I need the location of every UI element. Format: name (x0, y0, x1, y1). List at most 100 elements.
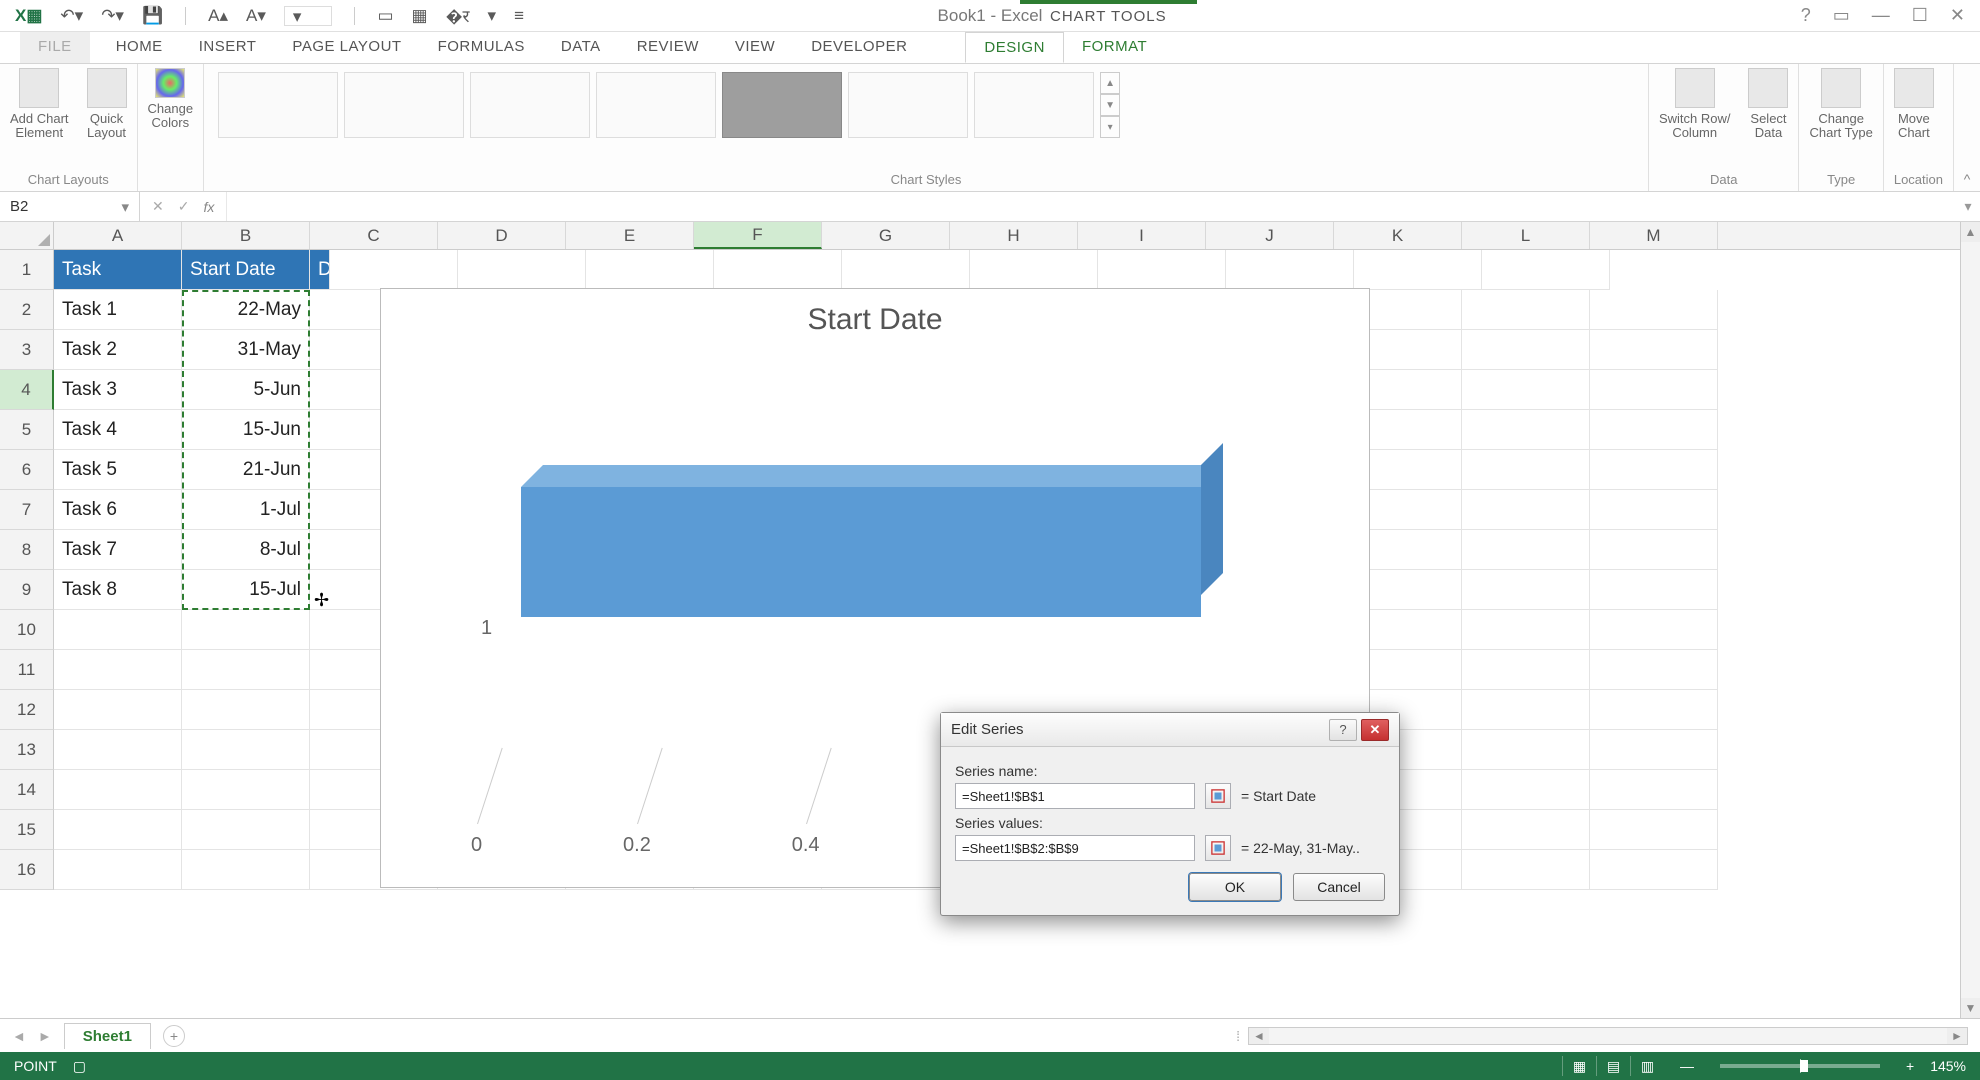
chart-bar[interactable] (521, 487, 1201, 617)
cell[interactable] (1462, 370, 1590, 410)
cell[interactable]: 15-Jun (182, 410, 310, 450)
cell[interactable]: Task 5 (54, 450, 182, 490)
cancel-button[interactable]: Cancel (1293, 873, 1385, 901)
formula-input[interactable] (227, 192, 1956, 221)
cell[interactable] (1462, 610, 1590, 650)
cell[interactable]: Task 7 (54, 530, 182, 570)
series-values-input[interactable] (955, 835, 1195, 861)
move-chart-button[interactable]: Move Chart (1894, 68, 1934, 141)
cell[interactable] (330, 250, 458, 290)
cancel-formula-icon[interactable]: ✕ (152, 198, 164, 215)
worksheet-grid[interactable]: ABCDEFGHIJKLM 1TaskStart DateD2Task 122-… (0, 222, 1980, 1018)
cell[interactable] (54, 610, 182, 650)
scroll-right-icon[interactable]: ► (1947, 1028, 1967, 1044)
cell[interactable] (1462, 410, 1590, 450)
row-header[interactable]: 5 (0, 410, 54, 450)
cell[interactable] (182, 650, 310, 690)
cell[interactable] (1590, 850, 1718, 890)
range-picker-icon[interactable] (1205, 783, 1231, 809)
column-header-A[interactable]: A (54, 222, 182, 249)
collapse-ribbon-icon[interactable]: ^ (1954, 64, 1980, 191)
column-header-F[interactable]: F (694, 222, 822, 249)
cell[interactable]: 5-Jun (182, 370, 310, 410)
cell[interactable] (182, 690, 310, 730)
cell[interactable] (1590, 370, 1718, 410)
tab-format[interactable]: FORMAT (1064, 32, 1165, 63)
cell[interactable] (182, 850, 310, 890)
cell[interactable] (842, 250, 970, 290)
row-header[interactable]: 15 (0, 810, 54, 850)
row-header[interactable]: 16 (0, 850, 54, 890)
cell[interactable] (182, 610, 310, 650)
row-header[interactable]: 12 (0, 690, 54, 730)
tab-view[interactable]: VIEW (717, 32, 793, 63)
scroll-left-icon[interactable]: ◄ (1249, 1028, 1269, 1044)
column-header-D[interactable]: D (438, 222, 566, 249)
tab-home[interactable]: HOME (98, 32, 181, 63)
cell[interactable] (1590, 290, 1718, 330)
horizontal-scrollbar[interactable]: ◄ ► (1248, 1027, 1968, 1045)
change-chart-type-button[interactable]: Change Chart Type (1809, 68, 1872, 141)
row-header[interactable]: 14 (0, 770, 54, 810)
qat-btn-3-icon[interactable]: �र (446, 4, 470, 27)
style-scroll[interactable]: ▲▼▾ (1100, 72, 1120, 138)
column-header-L[interactable]: L (1462, 222, 1590, 249)
enter-formula-icon[interactable]: ✓ (178, 198, 190, 215)
row-header[interactable]: 13 (0, 730, 54, 770)
style-thumb-4[interactable] (596, 72, 716, 138)
fx-icon[interactable]: fx (203, 199, 214, 215)
cell[interactable] (1590, 450, 1718, 490)
row-header[interactable]: 6 (0, 450, 54, 490)
cell[interactable] (1462, 770, 1590, 810)
qat-btn-2-icon[interactable]: ▦ (412, 6, 428, 26)
row-header[interactable]: 11 (0, 650, 54, 690)
row-header[interactable]: 3 (0, 330, 54, 370)
scroll-up-icon[interactable]: ▲ (1961, 222, 1980, 242)
qat-btn-4-icon[interactable]: ▾ (488, 6, 497, 26)
qat-more-icon[interactable]: ≡ (514, 6, 524, 26)
column-header-E[interactable]: E (566, 222, 694, 249)
tab-design[interactable]: DESIGN (965, 32, 1064, 63)
qat-combo[interactable]: ▾ (284, 6, 333, 26)
tab-file[interactable]: FILE (20, 32, 90, 63)
view-page-layout-icon[interactable]: ▤ (1596, 1056, 1630, 1076)
cell[interactable] (1590, 730, 1718, 770)
tab-page-layout[interactable]: PAGE LAYOUT (274, 32, 419, 63)
row-header[interactable]: 8 (0, 530, 54, 570)
sheet-tab[interactable]: Sheet1 (64, 1023, 151, 1049)
cell[interactable] (1354, 250, 1482, 290)
cell[interactable] (1462, 850, 1590, 890)
cell[interactable] (1590, 810, 1718, 850)
cell[interactable] (1590, 410, 1718, 450)
minimize-icon[interactable]: — (1872, 5, 1890, 26)
cell[interactable]: Start Date (182, 250, 310, 290)
column-header-G[interactable]: G (822, 222, 950, 249)
cell[interactable] (1590, 330, 1718, 370)
zoom-level[interactable]: 145% (1930, 1058, 1966, 1074)
view-page-break-icon[interactable]: ▥ (1630, 1056, 1664, 1076)
cell[interactable]: 15-Jul (182, 570, 310, 610)
tab-data[interactable]: DATA (543, 32, 619, 63)
redo-icon[interactable]: ↷▾ (101, 6, 124, 26)
maximize-icon[interactable]: ☐ (1912, 5, 1928, 26)
scroll-down-icon[interactable]: ▼ (1961, 998, 1980, 1018)
style-thumb-7[interactable] (974, 72, 1094, 138)
cell[interactable] (1590, 530, 1718, 570)
cell[interactable] (182, 810, 310, 850)
change-colors-button[interactable]: Change Colors (148, 68, 194, 131)
cell[interactable]: Task 3 (54, 370, 182, 410)
series-name-input[interactable] (955, 783, 1195, 809)
style-thumb-5[interactable] (722, 72, 842, 138)
column-header-I[interactable]: I (1078, 222, 1206, 249)
row-header[interactable]: 7 (0, 490, 54, 530)
cell[interactable] (1462, 570, 1590, 610)
cell[interactable] (1590, 610, 1718, 650)
ribbon-options-icon[interactable]: ▭ (1833, 5, 1850, 26)
cell[interactable]: 8-Jul (182, 530, 310, 570)
tab-formulas[interactable]: FORMULAS (420, 32, 543, 63)
cell[interactable] (1590, 570, 1718, 610)
cell[interactable]: Task (54, 250, 182, 290)
cell[interactable] (1462, 290, 1590, 330)
row-header[interactable]: 9 (0, 570, 54, 610)
cell[interactable] (182, 730, 310, 770)
